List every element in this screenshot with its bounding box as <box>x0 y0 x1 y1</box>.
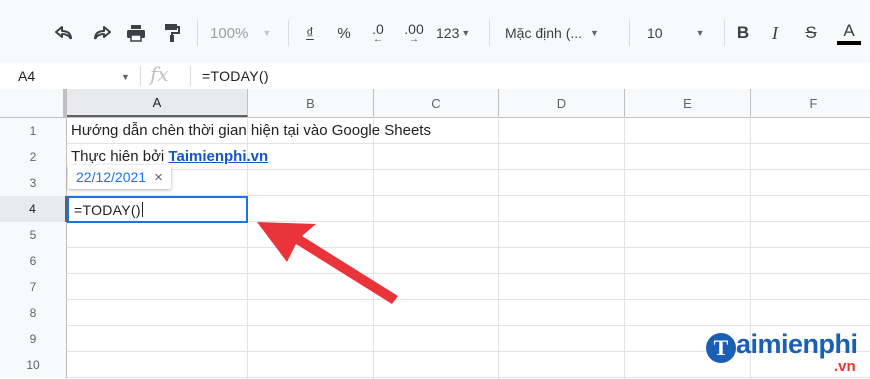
watermark-name: aimienphi <box>736 329 858 359</box>
watermark: T aimienphi .vn <box>706 329 870 379</box>
spreadsheet-window: 100% ▼ ₫ % .0 ← .00 → 123 ▼ Mặc định (..… <box>0 0 870 379</box>
arrow-icon <box>257 222 398 304</box>
watermark-suffix: .vn <box>834 358 856 375</box>
annotation-arrow <box>257 222 398 304</box>
watermark-logo: T <box>706 333 736 363</box>
